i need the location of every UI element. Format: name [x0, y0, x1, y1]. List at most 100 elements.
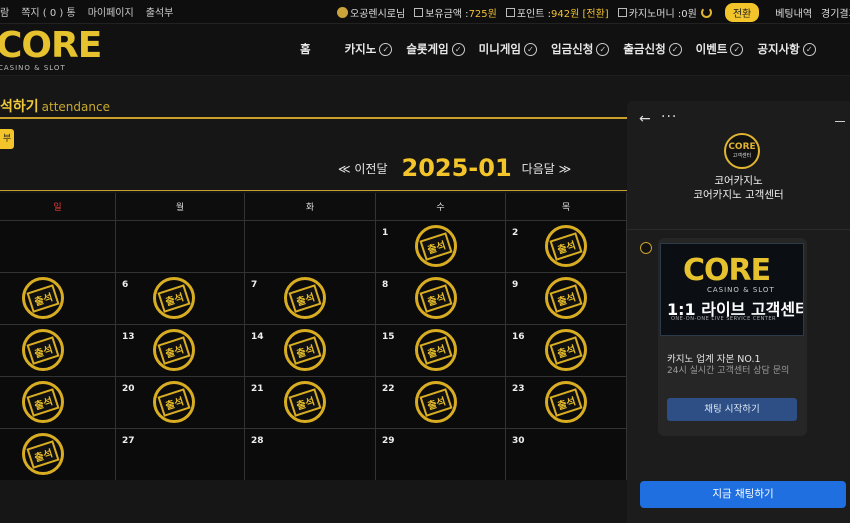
day-number: 27 — [122, 436, 135, 446]
stamp-label: 출석 — [288, 283, 322, 313]
calendar-day: 29 — [376, 429, 506, 480]
attendance-stamp-icon: 출석 — [545, 225, 587, 267]
mypage-link[interactable]: 마이페이지 — [88, 4, 134, 19]
start-chat-button[interactable]: 채팅 시작하기 — [667, 398, 797, 421]
logo[interactable]: CORE CASINO & SLOT — [0, 25, 102, 73]
day-number: 13 — [122, 332, 135, 342]
calendar-day: 23 출석 — [506, 377, 627, 428]
message-body: 24시 실시간 고객센터 상담 문의 — [667, 366, 790, 376]
menu-slot[interactable]: 슬롯게임 ✓ — [406, 41, 465, 57]
side-button[interactable]: 부 — [0, 129, 14, 149]
attendance-stamp-icon: 출석 — [22, 433, 64, 475]
top-link-0[interactable]: 람 — [0, 4, 9, 19]
calendar-day: 28 — [245, 429, 376, 480]
chat-banner: CORE CASINO & SLOT 1:1 라이브 고객센터 ONE-ON-O… — [660, 243, 804, 336]
day-number: 15 — [382, 332, 395, 342]
calendar-day: 출석 — [0, 273, 116, 324]
day-number: 21 — [251, 384, 264, 394]
refresh-icon[interactable] — [700, 6, 712, 18]
check-icon: ✓ — [451, 42, 465, 56]
point-value: 942원 [전환] — [551, 8, 609, 20]
banner-line2: ONE-ON-ONE LIVE SERVICE CENTER — [671, 316, 776, 322]
attendance-stamp-icon: 출석 — [545, 329, 587, 371]
day-number: 8 — [382, 280, 389, 290]
chat-now-button[interactable]: 지금 채팅하기 — [640, 481, 846, 508]
back-arrow-icon[interactable]: ← — [639, 111, 651, 127]
attendance-link[interactable]: 출석부 — [146, 4, 174, 19]
weekday-sun: 일 — [0, 193, 116, 220]
casino-money-label: 카지노머니 : — [628, 8, 682, 20]
day-number: 22 — [382, 384, 395, 394]
point-icon — [505, 7, 515, 17]
menu-casino-label: 카지노 — [344, 42, 377, 56]
stamp-label: 출석 — [549, 335, 583, 365]
weekday-tue: 화 — [245, 193, 376, 220]
stamp-label: 출석 — [419, 231, 453, 261]
more-icon[interactable]: ··· — [661, 109, 677, 125]
messages-link[interactable]: 쪽지 ( 0 ) 통 — [21, 4, 75, 19]
calendar-day: 6 출석 — [116, 273, 245, 324]
calendar-day: 13 출석 — [116, 325, 245, 376]
chat-widget: ← ··· CORE 고객센터 코어카지노 코어카지노 고객센터 CORE CA… — [627, 101, 850, 523]
chat-avatar: CORE 고객센터 — [724, 133, 760, 169]
calendar-day — [0, 221, 116, 272]
menu: 홈 카지노 ✓ 슬롯게임 ✓ 미니게임 ✓ 입금신청 ✓ 출금신청 ✓ 이벤트 ✓ 공지사항… — [300, 24, 830, 74]
calendar-day: 22 출석 — [376, 377, 506, 428]
check-icon: ✓ — [596, 42, 610, 56]
convert-button[interactable]: 전환 — [724, 2, 760, 22]
menu-deposit-label: 입금신청 — [551, 42, 594, 56]
account-bar: 오공렌시로님 보유금액 :725원 포인트 :942원 [전환] 카지노머니 :… — [337, 0, 850, 24]
prev-month-button[interactable]: ≪ 이전달 — [338, 160, 388, 177]
menu-minigame[interactable]: 미니게임 ✓ — [479, 41, 537, 57]
next-month-button[interactable]: 다음달 ≫ — [522, 160, 572, 177]
balance-label: 보유금액 : — [425, 8, 469, 20]
chat-divider — [627, 229, 850, 230]
menu-notice[interactable]: 공지사항 ✓ — [757, 41, 816, 57]
stamp-label: 출석 — [549, 231, 583, 261]
minimize-icon[interactable] — [835, 121, 845, 122]
day-number: 2 — [512, 228, 519, 238]
attendance-stamp-icon: 출석 — [284, 277, 326, 319]
menu-withdraw[interactable]: 출금신청 ✓ — [623, 41, 682, 57]
calendar-day — [245, 221, 376, 272]
stamp-label: 출석 — [419, 387, 453, 417]
attendance-stamp-icon: 출석 — [22, 277, 64, 319]
menu-casino[interactable]: 카지노 ✓ — [345, 41, 393, 57]
attendance-stamp-icon: 출석 — [153, 329, 195, 371]
menu-withdraw-label: 출금신청 — [623, 42, 666, 56]
bot-avatar-icon — [640, 242, 652, 254]
menu-deposit[interactable]: 입금신청 ✓ — [551, 41, 610, 57]
stamp-label: 출석 — [157, 387, 191, 417]
menu-notice-label: 공지사항 — [757, 42, 800, 56]
month-nav: ≪ 이전달 2025-01 다음달 ≫ — [338, 154, 571, 182]
weekday-wed: 수 — [376, 193, 506, 220]
calendar-day: 15 출석 — [376, 325, 506, 376]
results-link[interactable]: 경기결과 — [821, 5, 850, 20]
balance-info: 보유금액 :725원 — [414, 5, 497, 20]
check-icon: ✓ — [730, 42, 744, 56]
page-title-en: attendance — [41, 100, 110, 114]
menu-home[interactable]: 홈 — [300, 41, 311, 57]
logo-word: CORE — [0, 25, 102, 66]
page-title: 석하기 attendance — [0, 96, 110, 116]
stamp-label: 출석 — [157, 335, 191, 365]
day-number: 6 — [122, 280, 129, 290]
stamp-label: 출석 — [549, 387, 583, 417]
calendar-week: 출석 20 출석 21 출석 22 출석 23 출석 — [0, 376, 627, 428]
calendar-day: 출석 — [0, 377, 116, 428]
user-coin-icon — [337, 6, 348, 18]
wallet-icon — [414, 7, 424, 17]
point-info[interactable]: 포인트 :942원 [전환] — [505, 5, 609, 20]
menu-slot-label: 슬롯게임 — [406, 42, 449, 56]
day-number: 9 — [512, 280, 519, 290]
message-title: 카지노 업계 자본 NO.1 — [667, 354, 761, 365]
calendar-day: 7 출석 — [245, 273, 376, 324]
calendar-day: 2 출석 — [506, 221, 627, 272]
calendar-day — [116, 221, 245, 272]
bet-history-link[interactable]: 베팅내역 — [775, 5, 812, 20]
attendance-calendar: 일 월 화 수 목 1 출석 2 출석 출석 6 출석 7 출석 8 출석 9 출석 출석 13 출석 14 출석… — [0, 193, 627, 480]
menu-event[interactable]: 이벤트 ✓ — [696, 41, 744, 57]
check-icon: ✓ — [524, 42, 537, 56]
calendar-week: 1 출석 2 출석 — [0, 220, 627, 272]
stamp-label: 출석 — [26, 387, 60, 417]
